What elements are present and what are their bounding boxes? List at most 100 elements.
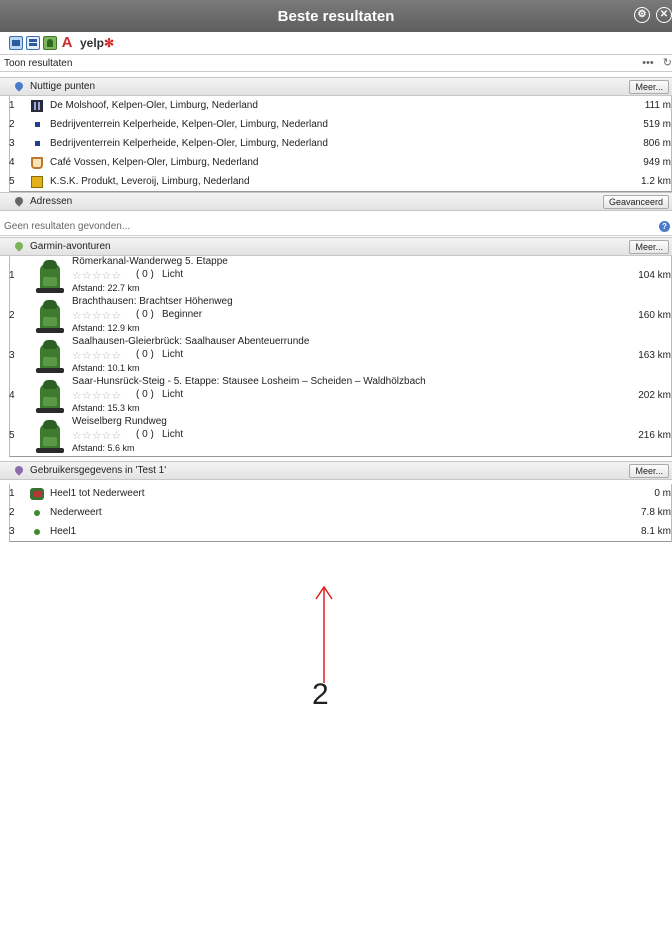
advanced-button[interactable]: Geavanceerd	[602, 195, 669, 209]
adventure-title: Saalhausen-Gleierbrück: Saalhauser Abent…	[72, 336, 310, 347]
user-data-list: 1 Heel1 tot Nederweert 0 m 2 Nederweert …	[9, 484, 672, 542]
section-header-nuttige-punten[interactable]: Nuttige punten Meer...	[0, 77, 672, 96]
item-distance: 1.2 km	[640, 176, 671, 187]
map-pin-icon	[14, 466, 24, 476]
item-distance: 216 km	[638, 430, 671, 441]
list-item[interactable]: 5 K.S.K. Produkt, Leveroij, Limburg, Ned…	[9, 172, 671, 191]
item-number: 5	[9, 176, 15, 187]
difficulty-level: Licht	[162, 389, 184, 400]
list-item[interactable]: 2 Bedrijventerrein Kelperheide, Kelpen-O…	[9, 115, 671, 134]
map-pin-icon	[14, 82, 24, 92]
waypoint-dot-icon	[34, 528, 40, 535]
section-header-adressen[interactable]: Adressen Geavanceerd	[0, 192, 672, 211]
restaurant-icon	[31, 99, 43, 112]
item-distance: 202 km	[638, 390, 671, 401]
list-item[interactable]: 3 Bedrijventerrein Kelperheide, Kelpen-O…	[9, 134, 671, 153]
poi-square-icon	[34, 122, 40, 127]
rating-count: ( 0 )	[136, 349, 154, 360]
poi-list: 1 De Molshoof, Kelpen-Oler, Limburg, Ned…	[9, 96, 672, 192]
rating-stars-icon: ☆☆☆☆☆	[72, 350, 122, 362]
difficulty-level: Licht	[162, 349, 184, 360]
settings-gear-icon[interactable]: ⚙	[634, 7, 650, 23]
window-titlebar: Beste resultaten ⚙ ✕	[0, 0, 672, 32]
adventure-item[interactable]: 2 Brachthausen: Brachtser Höhenweg ☆☆☆☆☆…	[9, 296, 671, 336]
yelp-logo[interactable]: yelp✻	[80, 36, 114, 50]
adventure-title: Saar-Hunsrück-Steig - 5. Etappe: Stausee…	[72, 376, 426, 387]
item-name: De Molshoof, Kelpen-Oler, Limburg, Neder…	[50, 100, 258, 111]
item-distance: 163 km	[638, 350, 671, 361]
adventure-item[interactable]: 4 Saar-Hunsrück-Steig - 5. Etappe: Staus…	[9, 376, 671, 416]
cafe-icon	[31, 156, 43, 169]
item-number: 3	[9, 350, 15, 361]
more-button[interactable]: Meer...	[629, 464, 669, 478]
refresh-icon[interactable]: ↻	[663, 57, 672, 69]
item-number: 3	[9, 526, 15, 537]
map-pin-icon	[14, 197, 24, 207]
item-number: 4	[9, 157, 15, 168]
route-length: Afstand: 12.9 km	[72, 323, 140, 333]
backpack-icon	[36, 420, 64, 453]
item-name: Heel1	[50, 526, 77, 537]
difficulty-level: Licht	[162, 269, 184, 280]
item-name: Café Vossen, Kelpen-Oler, Limburg, Neder…	[50, 157, 259, 168]
difficulty-level: Licht	[162, 429, 184, 440]
rating-count: ( 0 )	[136, 429, 154, 440]
adventure-item[interactable]: 5 Weiselberg Rundweg ☆☆☆☆☆ ( 0 ) Licht A…	[9, 416, 671, 456]
address-search-input[interactable]: Geen resultaten gevonden... ?	[0, 218, 672, 236]
rating-count: ( 0 )	[136, 389, 154, 400]
item-name: Bedrijventerrein Kelperheide, Kelpen-Ole…	[50, 138, 328, 149]
item-name: Bedrijventerrein Kelperheide, Kelpen-Ole…	[50, 119, 328, 130]
item-number: 1	[9, 100, 15, 111]
section-title: Nuttige punten	[30, 81, 96, 92]
route-length: Afstand: 22.7 km	[72, 283, 140, 293]
rating-stars-icon: ☆☆☆☆☆	[72, 390, 122, 402]
item-distance: 111 m	[644, 100, 671, 111]
item-number: 4	[9, 390, 15, 401]
difficulty-level: Beginner	[162, 309, 203, 320]
route-length: Afstand: 15.3 km	[72, 403, 140, 413]
route-icon	[30, 487, 44, 500]
list-item[interactable]: 2 Nederweert 7.8 km	[9, 503, 671, 522]
item-name: K.S.K. Produkt, Leveroij, Limburg, Neder…	[50, 176, 250, 187]
provider-toolbar: A yelp✻	[0, 32, 672, 54]
section-header-gebruikersgegevens[interactable]: Gebruikersgegevens in 'Test 1' Meer...	[0, 461, 672, 480]
close-icon[interactable]: ✕	[656, 7, 672, 23]
rating-stars-icon: ☆☆☆☆☆	[72, 430, 122, 442]
annotation-label: 2	[312, 678, 329, 711]
item-distance: 949 m	[643, 157, 671, 168]
list-item[interactable]: 4 Café Vossen, Kelpen-Oler, Limburg, Ned…	[9, 153, 671, 172]
item-distance: 7.8 km	[640, 507, 671, 518]
route-length: Afstand: 10.1 km	[72, 363, 140, 373]
backpack-icon	[36, 260, 64, 293]
section-header-garmin-avonturen[interactable]: Garmin-avonturen Meer...	[0, 237, 672, 256]
item-number: 2	[9, 507, 15, 518]
list-item[interactable]: 1 De Molshoof, Kelpen-Oler, Limburg, Ned…	[9, 96, 671, 115]
more-button[interactable]: Meer...	[629, 240, 669, 254]
results-controls: ••• ↻	[642, 56, 672, 69]
item-distance: 806 m	[643, 138, 671, 149]
adventure-item[interactable]: 3 Saalhausen-Gleierbrück: Saalhauser Abe…	[9, 336, 671, 376]
backpack-icon	[36, 300, 64, 333]
item-number: 1	[9, 488, 15, 499]
waypoint-dot-icon	[34, 509, 40, 516]
item-name: Nederweert	[50, 507, 102, 518]
adventure-title: Brachthausen: Brachtser Höhenweg	[72, 296, 233, 307]
more-dots-icon[interactable]: •••	[642, 57, 654, 69]
window-title: Beste resultaten	[277, 7, 395, 25]
section-title: Gebruikersgegevens in 'Test 1'	[30, 465, 167, 476]
map-pin-icon	[14, 242, 24, 252]
show-results-label: Toon resultaten	[4, 57, 73, 69]
rating-stars-icon: ☆☆☆☆☆	[72, 310, 122, 322]
item-distance: 160 km	[638, 310, 671, 321]
garmin-adventures-icon[interactable]	[43, 36, 57, 50]
more-button[interactable]: Meer...	[629, 80, 669, 94]
list-provider-icon[interactable]	[26, 36, 40, 50]
adventure-item[interactable]: 1 Römerkanal-Wanderweg 5. Etappe ☆☆☆☆☆ (…	[9, 256, 671, 296]
list-item[interactable]: 3 Heel1 8.1 km	[9, 522, 671, 541]
map-provider-icon[interactable]	[9, 36, 23, 50]
item-number: 5	[9, 430, 15, 441]
item-distance: 8.1 km	[640, 526, 671, 537]
acrobat-icon[interactable]: A	[60, 35, 74, 50]
list-item[interactable]: 1 Heel1 tot Nederweert 0 m	[9, 484, 671, 503]
help-icon[interactable]: ?	[659, 221, 670, 232]
